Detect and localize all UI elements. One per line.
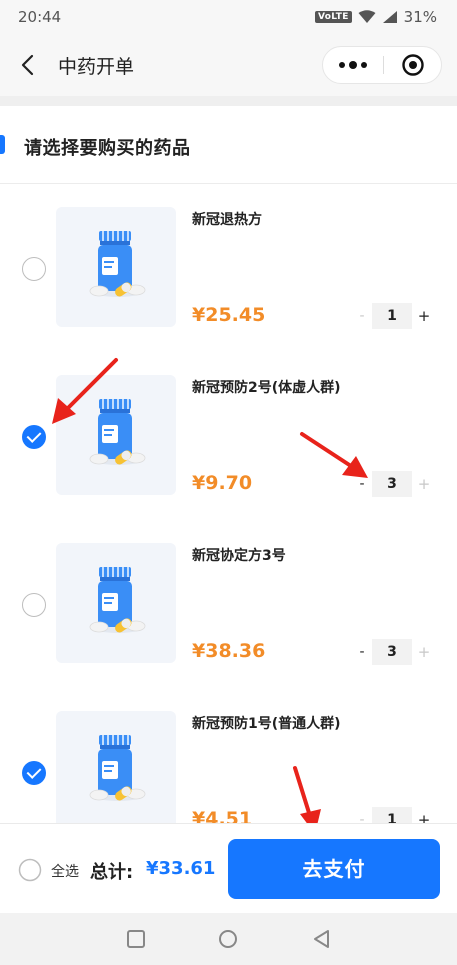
quantity-value[interactable]: 1 bbox=[372, 303, 412, 329]
medicine-bottle-icon[interactable] bbox=[56, 711, 176, 823]
item-price: ¥4.51 bbox=[192, 808, 253, 823]
medicine-bottle-icon[interactable] bbox=[56, 375, 176, 495]
decrement-button[interactable]: - bbox=[352, 303, 372, 329]
increment-button[interactable]: + bbox=[412, 639, 436, 665]
decrement-button[interactable]: - bbox=[352, 807, 372, 823]
item-checkbox-checked[interactable] bbox=[22, 425, 46, 449]
section-header: 请选择要购买的药品 bbox=[0, 106, 457, 184]
wifi-icon bbox=[358, 10, 376, 23]
header-divider bbox=[0, 96, 457, 106]
total-amount: ¥33.61 bbox=[146, 858, 216, 879]
list-item: 新冠退热方 ¥25.45 -1 + bbox=[0, 185, 457, 353]
quantity-value[interactable]: 3 bbox=[372, 639, 412, 665]
signal-icon bbox=[382, 11, 397, 23]
section-title: 请选择要购买的药品 bbox=[24, 138, 191, 159]
quantity-stepper: -1 + bbox=[352, 303, 436, 329]
item-price: ¥25.45 bbox=[192, 304, 266, 326]
total-label: 总计: bbox=[90, 862, 134, 883]
more-dots-icon[interactable] bbox=[323, 47, 383, 83]
list-item: 新冠预防1号(普通人群) ¥4.51 -1 + bbox=[0, 689, 457, 823]
item-price: ¥38.36 bbox=[192, 640, 266, 662]
pay-button[interactable]: 去支付 bbox=[228, 839, 440, 899]
item-name: 新冠预防1号(普通人群) bbox=[192, 716, 341, 732]
select-all-label[interactable]: 全选 bbox=[51, 861, 79, 881]
item-checkbox-checked[interactable] bbox=[22, 761, 46, 785]
checkout-bar: 全选 总计: ¥33.61 去支付 bbox=[0, 823, 457, 913]
decrement-button[interactable]: - bbox=[352, 639, 372, 665]
quantity-stepper: -3 + bbox=[352, 639, 436, 665]
battery-percent: 31% bbox=[403, 8, 437, 26]
square-recents-icon[interactable] bbox=[124, 927, 148, 951]
item-checkbox[interactable] bbox=[22, 257, 46, 281]
item-name: 新冠退热方 bbox=[192, 212, 262, 228]
status-indicators: VoLTE 31% bbox=[314, 8, 437, 26]
status-time: 20:44 bbox=[18, 8, 62, 26]
status-bar: 20:44 VoLTE 31% bbox=[0, 0, 457, 36]
medicine-bottle-icon[interactable] bbox=[56, 543, 176, 663]
item-name: 新冠协定方3号 bbox=[192, 548, 286, 564]
nav-bar: 中药开单 bbox=[0, 36, 457, 96]
back-arrow-icon[interactable] bbox=[16, 50, 44, 80]
list-item: 新冠协定方3号 ¥38.36 -3 + bbox=[0, 521, 457, 689]
quantity-value[interactable]: 3 bbox=[372, 471, 412, 497]
list-item: 新冠预防2号(体虚人群) ¥9.70 -3 + bbox=[0, 353, 457, 521]
increment-button[interactable]: + bbox=[412, 303, 436, 329]
item-name: 新冠预防2号(体虚人群) bbox=[192, 380, 341, 396]
increment-button[interactable]: + bbox=[412, 471, 436, 497]
triangle-back-icon[interactable] bbox=[310, 927, 334, 951]
record-target-icon[interactable] bbox=[383, 47, 443, 83]
quantity-stepper: -1 + bbox=[352, 807, 436, 823]
select-all-checkbox[interactable] bbox=[18, 858, 42, 882]
medicine-list: 新冠退热方 ¥25.45-1 + 新冠预防2号(体虚人群) ¥9.70-3 + 新冠协定方3… bbox=[0, 185, 457, 823]
volte-badge: VoLTE bbox=[314, 11, 352, 23]
item-price: ¥9.70 bbox=[192, 472, 253, 494]
circle-home-icon[interactable] bbox=[216, 927, 240, 951]
item-checkbox[interactable] bbox=[22, 593, 46, 617]
quantity-value[interactable]: 1 bbox=[372, 807, 412, 823]
section-accent-bar bbox=[0, 135, 5, 154]
decrement-button[interactable]: - bbox=[352, 471, 372, 497]
increment-button[interactable]: + bbox=[412, 807, 436, 823]
medicine-bottle-icon[interactable] bbox=[56, 207, 176, 327]
quantity-stepper: -3 + bbox=[352, 471, 436, 497]
page-title: 中药开单 bbox=[58, 56, 135, 78]
miniprogram-capsule bbox=[322, 46, 442, 84]
system-nav-bar bbox=[0, 913, 457, 965]
